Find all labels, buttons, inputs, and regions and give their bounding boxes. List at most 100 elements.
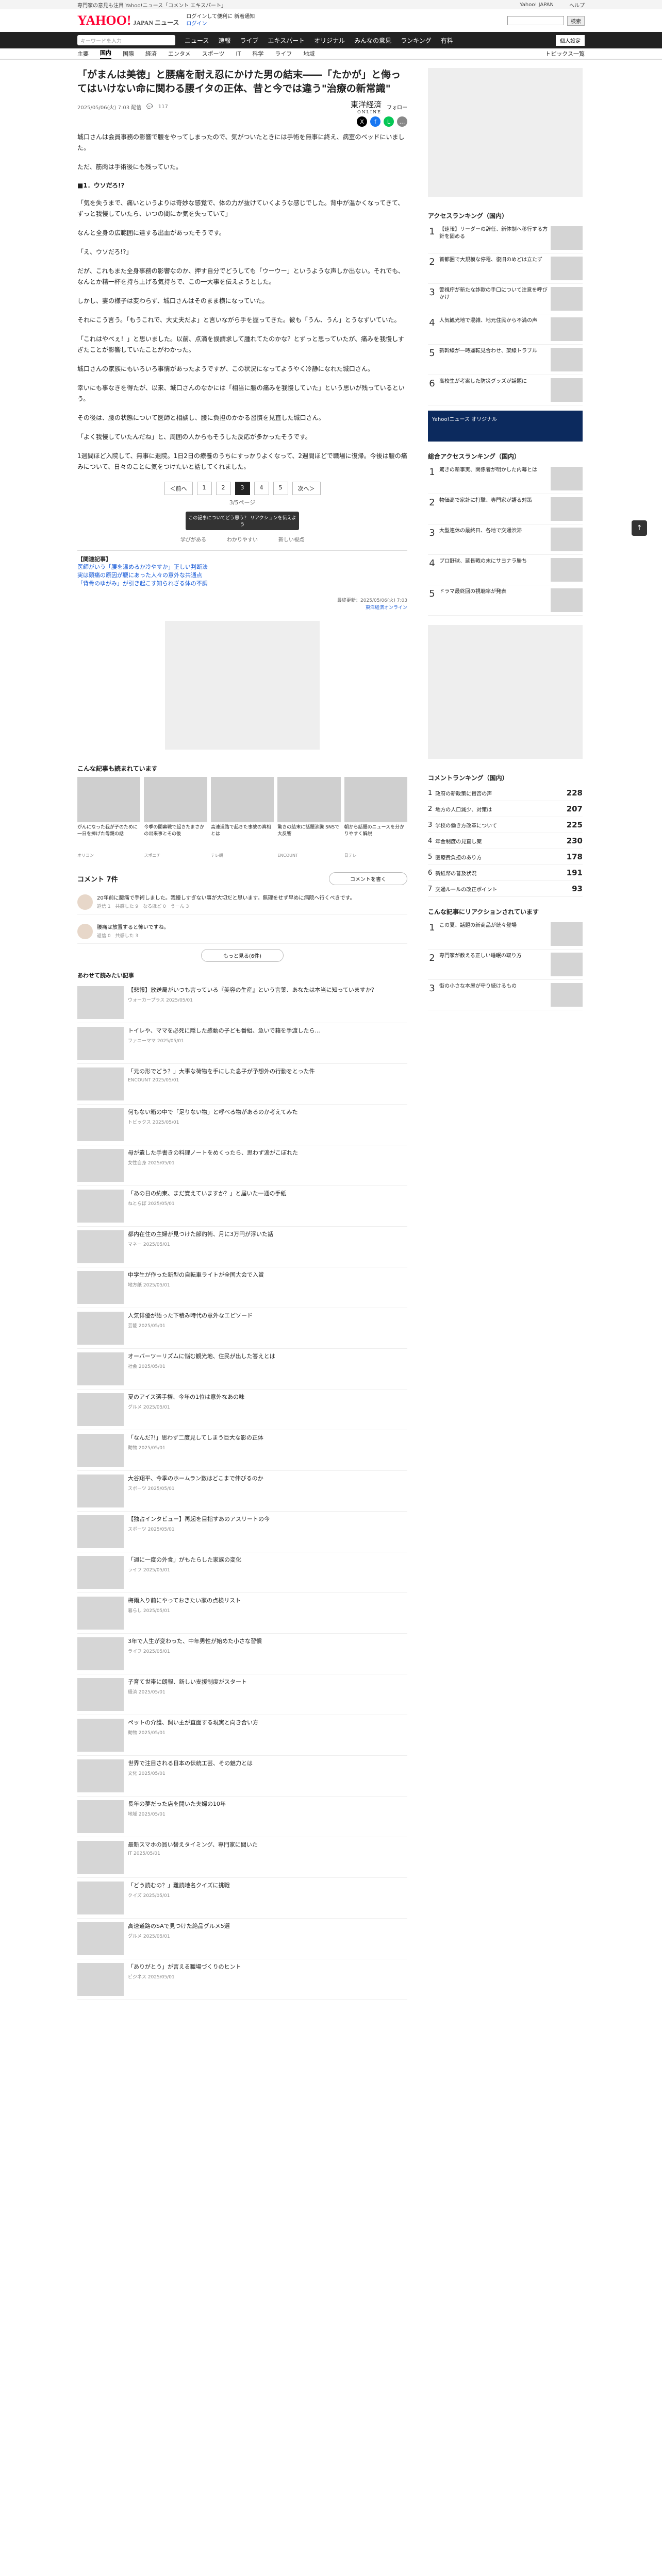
comment-icon[interactable]: 💬 <box>146 104 153 110</box>
list-item[interactable]: 「元の形でどう？」大事な荷物を手にした息子が予想外の行動をとった件 ENCOUNT… <box>77 1064 407 1105</box>
comment-ranking-item[interactable]: 3 学校の働き方改革について 225 <box>428 817 583 833</box>
list-item[interactable]: 「どう読むの？」難読地名クイズに挑戦 クイズ 2025/05/01 <box>77 1878 407 1919</box>
list-item[interactable]: 中学生が作った新型の自転車ライトが全国大会で入賞 地方紙 2025/05/01 <box>77 1267 407 1308</box>
ranking-item[interactable]: 2 首都圏で大規模な停電、復旧のめどは立たず <box>428 253 583 284</box>
top-note[interactable]: 専門家の意見も注目 Yahoo!ニュース「コメント エキスパート」 <box>77 1 226 9</box>
ranking-item[interactable]: 1 【速報】リーダーの辞任、新体制へ移行する方針を固める <box>428 223 583 253</box>
ranking-item[interactable]: 3 大型連休の最終日、各地で交通渋滞 <box>428 524 583 555</box>
recommend-card[interactable]: 驚きの結末に話題沸騰 SNSで大反響 ENCOUNT <box>277 777 341 859</box>
yahoo-logo[interactable]: YAHOO! JAPAN ニュース <box>77 13 179 28</box>
sidebar-ad[interactable] <box>428 68 583 197</box>
comment-ranking-item[interactable]: 5 医療費負担のあり方 178 <box>428 849 583 865</box>
nav-search-input[interactable]: キーワードを入力 <box>77 35 175 45</box>
tab-category[interactable]: 科学 <box>252 49 263 58</box>
tab-category[interactable]: 国際 <box>123 49 134 58</box>
list-item[interactable]: 「ありがとう」が言える職場づくりのヒント ビジネス 2025/05/01 <box>77 1959 407 2000</box>
comment-ranking-item[interactable]: 1 政府の新政策に賛否の声 228 <box>428 785 583 801</box>
reaction-new-view-button[interactable]: 新しい視点 <box>278 535 304 543</box>
page-link[interactable]: 2 <box>216 482 231 495</box>
nav-item[interactable]: ニュース <box>185 36 209 45</box>
ranking-item[interactable]: 3 警視庁が新たな詐欺の手口について注意を呼びかけ <box>428 284 583 314</box>
list-item[interactable]: 大谷翔平、今季のホームラン数はどこまで伸びるのか スポーツ 2025/05/01 <box>77 1471 407 1512</box>
tab-category[interactable]: 経済 <box>145 49 157 58</box>
nav-item[interactable]: オリジナル <box>314 36 345 45</box>
header-search-input[interactable] <box>507 16 564 25</box>
tab-category[interactable]: スポーツ <box>202 49 225 58</box>
list-item[interactable]: 人気俳優が語った下積み時代の意外なエピソード 芸能 2025/05/01 <box>77 1308 407 1349</box>
tab-category[interactable]: ライフ <box>275 49 292 58</box>
settings-button[interactable]: 個人設定 <box>556 35 585 46</box>
list-item[interactable]: 世界で注目される日本の伝統工芸、その魅力とは 文化 2025/05/01 <box>77 1756 407 1797</box>
nav-item[interactable]: 有料 <box>441 36 453 45</box>
page-link-current[interactable]: 3 <box>235 482 250 495</box>
list-item[interactable]: 母が遺した手書きの料理ノートをめくったら、思わず涙がこぼれた 女性自身 2025/… <box>77 1145 407 1186</box>
list-item[interactable]: 「あの日の約束、まだ覚えていますか？」と届いた一通の手紙 ねとらぼ 2025/05… <box>77 1186 407 1227</box>
recommend-card[interactable]: がんになった我が子のために一日を捧げた母親の話 オリコン <box>77 777 141 859</box>
page-link[interactable]: 4 <box>254 482 269 495</box>
ranking-item[interactable]: 5 ドラマ最終回の視聴率が発表 <box>428 585 583 616</box>
scroll-top-button[interactable]: ↑ <box>632 520 647 536</box>
tab-category[interactable]: エンタメ <box>168 49 191 58</box>
list-item[interactable]: 「なんだ?!」思わず二度見してしまう巨大な影の正体 動物 2025/05/01 <box>77 1430 407 1471</box>
ranking-item[interactable]: 2 物価高で家計に打撃、専門家が語る対策 <box>428 494 583 524</box>
list-item[interactable]: 3年で人生が変わった、中年男性が始めた小さな習慣 ライフ 2025/05/01 <box>77 1634 407 1674</box>
recommend-card[interactable]: 今季の開幕戦で起きたまさかの出来事とその後 スポニチ <box>144 777 207 859</box>
comment-ranking-item[interactable]: 4 年金制度の見直し案 230 <box>428 833 583 849</box>
facebook-share-icon[interactable]: f <box>370 116 380 127</box>
write-comment-button[interactable]: コメントを書く <box>329 872 407 885</box>
sidebar-ad[interactable] <box>428 625 583 759</box>
list-item[interactable]: 最新スマホの買い替えタイミング、専門家に聞いた IT 2025/05/01 <box>77 1837 407 1878</box>
nav-item[interactable]: 速報 <box>218 36 230 45</box>
nav-item[interactable]: エキスパート <box>268 36 305 45</box>
ranking-item[interactable]: 4 プロ野球、延長戦の末にサヨナラ勝ち <box>428 555 583 585</box>
list-item[interactable]: ペットの介護、飼い主が直面する現実と向き合い方 動物 2025/05/01 <box>77 1715 407 1756</box>
top-link-help[interactable]: ヘルプ <box>569 1 585 9</box>
page-link[interactable]: 1 <box>196 482 212 495</box>
reaction-clear-button[interactable]: わかりやすい <box>227 535 258 543</box>
notify-link[interactable]: ログインして便利に 新着通知 <box>186 13 255 21</box>
related-link[interactable]: 医師がいう「腰を温めるか冷やすか」正しい判断法 <box>77 564 208 570</box>
tab-category[interactable]: 主要 <box>77 49 89 58</box>
comment-meta[interactable]: 返信 0 共感した 3 <box>97 934 138 939</box>
list-item[interactable]: 梅雨入り前にやっておきたい家の点検リスト 暮らし 2025/05/01 <box>77 1593 407 1634</box>
comment-ranking-item[interactable]: 6 新紙幣の普及状況 191 <box>428 865 583 881</box>
recommend-card[interactable]: 高速道路で起きた事故の真相とは テレ朝 <box>210 777 274 859</box>
top-link-yahoo[interactable]: Yahoo! JAPAN <box>520 2 554 8</box>
related-link[interactable]: 「背骨のゆがみ」が引き起こす知られざる体の不調 <box>77 580 208 587</box>
next-page-button[interactable]: 次へ＞ <box>292 482 321 495</box>
credit-publisher[interactable]: 東洋経済オンライン <box>77 604 407 612</box>
prev-page-button[interactable]: ＜前へ <box>164 482 193 495</box>
more-comments-button[interactable]: もっと見る(6件) <box>201 949 284 962</box>
ranking-item[interactable]: 6 高校生が考案した防災グッズが話題に <box>428 375 583 405</box>
list-item[interactable]: 子育て世帯に朗報、新しい支援制度がスタート 経済 2025/05/01 <box>77 1674 407 1715</box>
x-share-icon[interactable]: X <box>357 116 367 127</box>
ad-banner[interactable] <box>165 621 320 750</box>
list-item[interactable]: 高速道路のSAで見つけた絶品グルメ5選 グルメ 2025/05/01 <box>77 1919 407 1959</box>
list-item[interactable]: 夏のアイス選手権、今年の1位は意外なあの味 グルメ 2025/05/01 <box>77 1389 407 1430</box>
comment-ranking-item[interactable]: 7 交通ルールの改正ポイント 93 <box>428 881 583 897</box>
list-item[interactable]: 「週に一度の外食」がもたらした家族の変化 ライフ 2025/05/01 <box>77 1552 407 1593</box>
follow-button[interactable]: フォロー <box>387 103 407 111</box>
related-link[interactable]: 実は頭痛の原因が腰にあった人々の意外な共通点 <box>77 572 202 579</box>
list-item[interactable]: 【独占インタビュー】再起を目指すあのアスリートの今 スポーツ 2025/05/01 <box>77 1512 407 1552</box>
tab-category[interactable]: IT <box>236 50 241 57</box>
more-share-icon[interactable]: … <box>397 116 407 127</box>
line-share-icon[interactable]: L <box>384 116 394 127</box>
ranking-item[interactable]: 2 専門家が教える正しい睡眠の取り方 <box>428 950 583 980</box>
yahoo-original-banner[interactable]: Yahoo!ニュース オリジナル <box>428 411 583 442</box>
header-search-button[interactable]: 検索 <box>567 15 585 26</box>
ranking-item[interactable]: 1 驚きの新事実、関係者が明かした内幕とは <box>428 464 583 494</box>
tab-category-active[interactable]: 国内 <box>100 48 111 59</box>
list-item[interactable]: 都内在住の主婦が見つけた節約術、月に3万円が浮いた話 マネー 2025/05/01 <box>77 1227 407 1267</box>
nav-item[interactable]: みんなの意見 <box>354 36 391 45</box>
ranking-item[interactable]: 5 新幹線が一時運転見合わせ、架線トラブル <box>428 345 583 375</box>
nav-item[interactable]: ライブ <box>240 36 258 45</box>
login-link[interactable]: ログイン <box>186 21 255 28</box>
list-item[interactable]: 何もない箱の中で「足りない物」と呼べる物があるのか考えてみた トピックス 2025… <box>77 1105 407 1145</box>
ranking-item[interactable]: 3 街の小さな本屋が守り続けるもの <box>428 980 583 1010</box>
list-item[interactable]: 長年の夢だった店を開いた夫婦の10年 地域 2025/05/01 <box>77 1797 407 1837</box>
tab-category[interactable]: 地域 <box>303 49 315 58</box>
nav-item[interactable]: ランキング <box>401 36 432 45</box>
list-item[interactable]: トイレや、ママを必死に隠した感動の子ども番組、急いで箱を手渡したら... ファニー… <box>77 1023 407 1064</box>
list-item[interactable]: 【悲報】放送局がいつも言っている『美容の生産』という言葉、あなたは本当に知ってい… <box>77 982 407 1023</box>
